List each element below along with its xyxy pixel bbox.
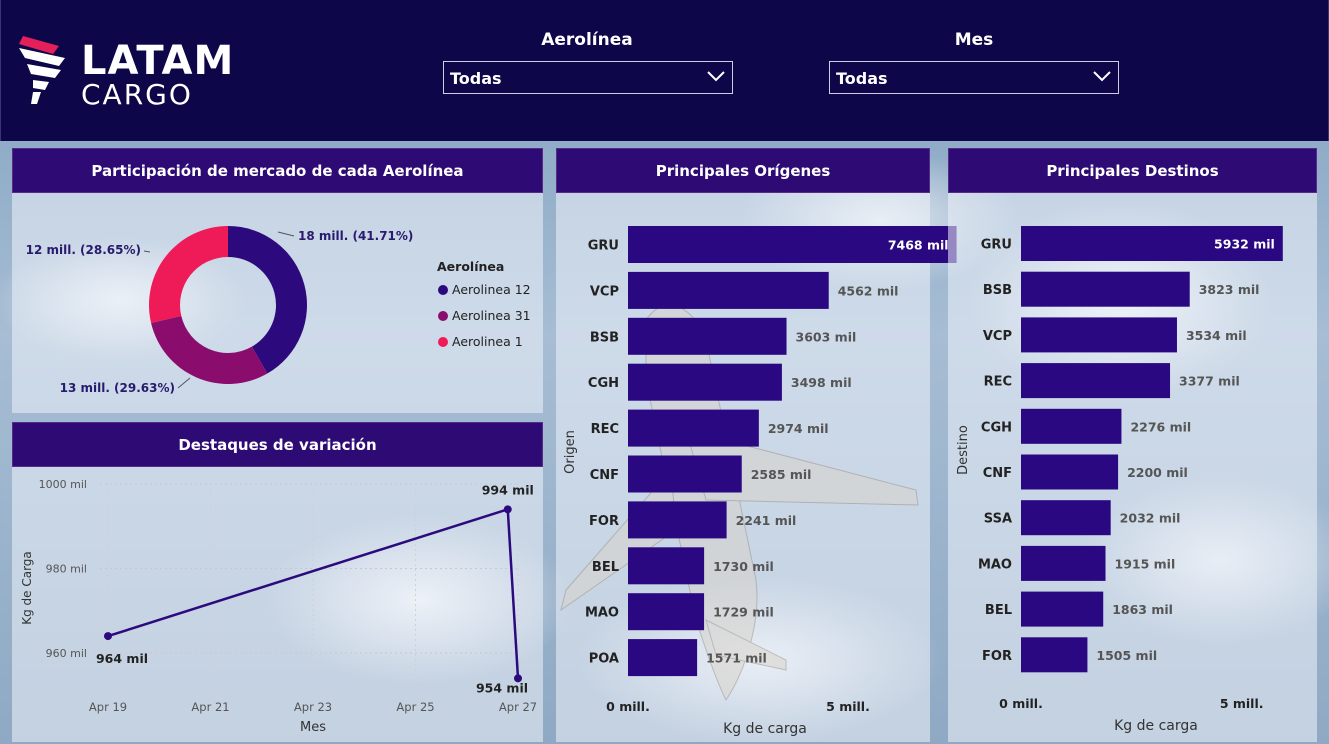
airplane-background-image [560, 304, 919, 701]
origins-title: Principales Orígenes [556, 148, 930, 193]
month-filter-title: Mes [954, 30, 994, 50]
month-filter-dropdown[interactable]: Todas [829, 61, 1119, 94]
legend-label: Aerolinea 12 [452, 282, 531, 297]
chevron-down-icon [707, 71, 725, 82]
legend-dot-icon [438, 310, 448, 321]
legend-item-aerolinea-31[interactable]: Aerolinea 31 [438, 308, 531, 323]
airline-filter-value: Todas [450, 69, 502, 88]
legend-item-aerolinea-12[interactable]: Aerolinea 12 [438, 282, 531, 297]
airline-filter-title: Aerolínea [541, 30, 633, 50]
destinations-panel: Principales Destinos [948, 148, 1317, 742]
chevron-down-icon [1093, 71, 1111, 82]
market-share-title: Participación de mercado de cada Aerolín… [12, 148, 543, 193]
legend-label: Aerolinea 31 [452, 308, 531, 323]
month-filter-value: Todas [836, 69, 888, 88]
legend-item-aerolinea-1[interactable]: Aerolinea 1 [438, 334, 523, 349]
legend-dot-icon [438, 284, 448, 295]
latam-logo-icon [19, 36, 65, 104]
latam-cargo-logo: LATAM CARGO [19, 30, 269, 111]
legend-label: Aerolinea 1 [452, 334, 523, 349]
destinations-title: Principales Destinos [948, 148, 1317, 193]
airline-filter-dropdown[interactable]: Todas [443, 61, 733, 94]
variation-title: Destaques de variación [12, 422, 543, 467]
brand-word-cargo: CARGO [81, 78, 193, 111]
legend-dot-icon [438, 336, 448, 347]
header-bar: LATAM CARGO Aerolínea Todas Mes Todas [0, 0, 1329, 141]
market-share-panel: Participación de mercado de cada Aerolín… [12, 148, 543, 413]
market-share-legend-title: Aerolínea [437, 259, 505, 274]
variation-panel: Destaques de variación [12, 422, 543, 742]
